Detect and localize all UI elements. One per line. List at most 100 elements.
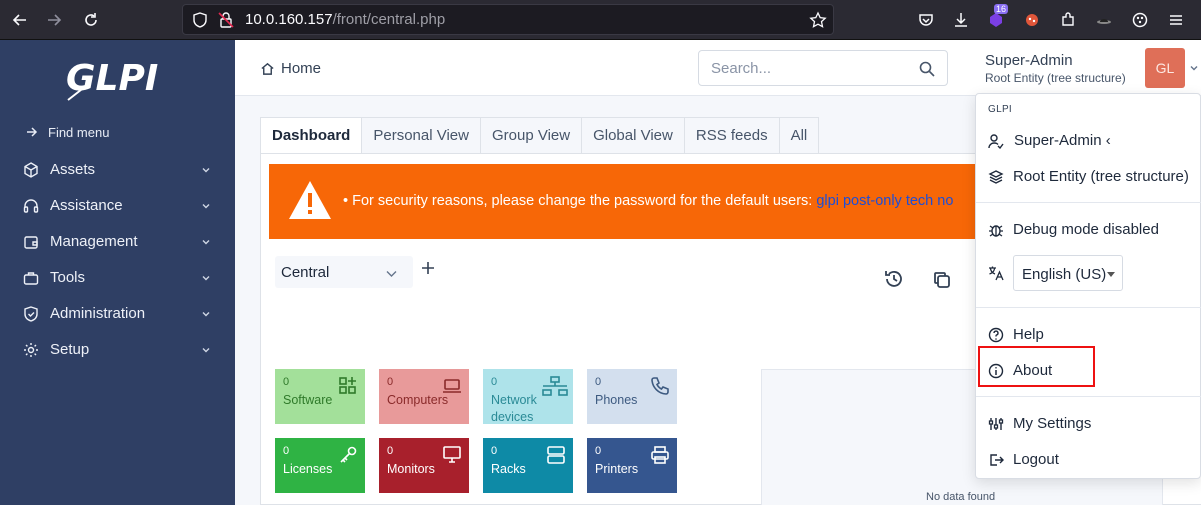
my-settings-item[interactable]: My Settings: [976, 407, 1201, 441]
printer-icon: [651, 446, 669, 464]
history-icon[interactable]: [883, 268, 905, 290]
profile-item[interactable]: Super-Admin ‹: [976, 124, 1201, 158]
card-count: 0: [491, 445, 498, 457]
card-licenses[interactable]: 0 Licenses: [275, 438, 365, 493]
card-label: Network devices: [491, 393, 537, 424]
chevron-down-icon: [202, 240, 210, 245]
chevron-down-icon[interactable]: [1189, 63, 1199, 73]
avatar[interactable]: GL: [1145, 48, 1185, 88]
address-bar[interactable]: 10.0.160.157/front/central.php: [182, 4, 834, 35]
sidebar-item-label: Setup: [50, 341, 90, 358]
tab-all[interactable]: All: [779, 117, 820, 154]
extension-badge: 16: [994, 4, 1009, 14]
add-dashboard-icon[interactable]: [420, 260, 436, 276]
card-phones[interactable]: 0 Phones: [587, 369, 677, 424]
card-count: 0: [283, 445, 290, 457]
extensions-puzzle-icon[interactable]: [1054, 6, 1082, 34]
card-software[interactable]: 0 Software: [275, 369, 365, 424]
forward-icon[interactable]: [40, 6, 68, 34]
sidebar-item-label: Assistance: [50, 197, 123, 214]
sidebar-item-assistance[interactable]: Assistance: [0, 188, 235, 224]
layers-icon: [988, 170, 1004, 184]
apps-icon: [339, 377, 356, 394]
logo-text: GLPI: [66, 58, 158, 99]
browser-toolbar: 10.0.160.157/front/central.php 16: [0, 0, 1201, 40]
logout-label: Logout: [1013, 451, 1059, 468]
profile-name: Super-Admin: [1014, 132, 1102, 149]
sidebar-item-label: Administration: [50, 305, 146, 322]
sidebar-item-setup[interactable]: Setup: [0, 332, 235, 368]
caret-down-icon: [1107, 272, 1115, 277]
find-menu-link[interactable]: Find menu: [24, 124, 109, 140]
chevron-down-icon: [386, 271, 397, 277]
tab-group-view[interactable]: Group View: [480, 117, 583, 154]
clone-icon[interactable]: [932, 270, 952, 290]
about-highlight-box: [978, 346, 1095, 387]
back-icon[interactable]: [6, 6, 34, 34]
language-select[interactable]: English (US): [1013, 255, 1123, 291]
sidebar: GLPI Find menu Assets Assistance Managem…: [0, 40, 235, 505]
profile-label: Super-Admin ‹: [1014, 132, 1111, 149]
shield-icon[interactable]: [191, 11, 209, 29]
card-printers[interactable]: 0 Printers: [587, 438, 677, 493]
card-monitors[interactable]: 0 Monitors: [379, 438, 469, 493]
bookmark-star-icon[interactable]: [809, 11, 827, 29]
card-count: 0: [387, 445, 394, 457]
insecure-lock-icon[interactable]: [217, 11, 235, 29]
network-icon: [542, 376, 568, 396]
find-menu-label: Find menu: [48, 124, 110, 140]
chevron-down-icon: [202, 312, 210, 317]
debug-mode-item[interactable]: Debug mode disabled: [976, 213, 1201, 247]
bug-icon: [989, 225, 1003, 237]
card-computers[interactable]: 0 Computers: [379, 369, 469, 424]
tab-global-view[interactable]: Global View: [582, 117, 685, 154]
chevron-down-icon: [202, 348, 210, 353]
card-count: 0: [595, 376, 602, 388]
sidebar-item-assets[interactable]: Assets: [0, 152, 235, 188]
no-data-text: No data found: [926, 491, 996, 503]
extension-palette-icon[interactable]: [1126, 6, 1154, 34]
url-text[interactable]: 10.0.160.157/front/central.php: [245, 11, 445, 28]
user-name[interactable]: Super-Admin: [985, 52, 1073, 69]
app-menu-icon[interactable]: [1162, 6, 1190, 34]
my-settings-label: My Settings: [1013, 415, 1092, 432]
user-check-icon: [988, 134, 1004, 149]
sidebar-item-label: Tools: [50, 269, 86, 286]
card-network-devices[interactable]: 0 Network devices: [483, 369, 573, 424]
logout-item[interactable]: Logout: [976, 443, 1201, 477]
sidebar-item-label: Management: [50, 233, 138, 250]
search-icon[interactable]: [918, 60, 936, 78]
language-icon: [989, 266, 1004, 281]
tab-rss-feeds[interactable]: RSS feeds: [684, 117, 780, 154]
logout-icon: [990, 454, 1004, 466]
sidebar-item-tools[interactable]: Tools: [0, 260, 235, 296]
entity-label: Root Entity (tree structure): [1013, 168, 1189, 185]
tab-dashboard[interactable]: Dashboard: [260, 117, 363, 154]
extension-hat-icon[interactable]: [1090, 6, 1118, 34]
entity-item[interactable]: Root Entity (tree structure): [976, 160, 1201, 194]
user-entity[interactable]: Root Entity (tree structure): [985, 71, 1126, 85]
download-icon[interactable]: [947, 6, 975, 34]
dashboard-select[interactable]: Central: [275, 256, 413, 288]
sidebar-item-administration[interactable]: Administration: [0, 296, 235, 332]
glpi-logo[interactable]: GLPI: [64, 54, 168, 104]
language-value: English (US): [1022, 266, 1107, 283]
card-count: 0: [387, 376, 394, 388]
help-label: Help: [1013, 326, 1044, 343]
help-circle-icon: [988, 327, 1004, 343]
shield-check-icon: [24, 306, 38, 322]
tab-personal-view[interactable]: Personal View: [362, 117, 481, 154]
extension-cookie-icon[interactable]: [1018, 6, 1046, 34]
alert-user-links[interactable]: glpi post-only tech no: [816, 193, 953, 209]
pocket-icon[interactable]: [912, 6, 940, 34]
user-dropdown-menu: GLPI Super-Admin ‹ Root Entity (tree str…: [975, 93, 1201, 479]
divider: [976, 307, 1201, 308]
sidebar-item-management[interactable]: Management: [0, 224, 235, 260]
search-input[interactable]: Search...: [698, 50, 948, 86]
reload-icon[interactable]: [77, 6, 105, 34]
url-path: /front/central.php: [332, 11, 446, 28]
key-icon: [340, 446, 357, 463]
breadcrumb[interactable]: Home: [260, 60, 321, 77]
arrow-right-icon: [27, 127, 38, 137]
card-racks[interactable]: 0 Racks: [483, 438, 573, 493]
